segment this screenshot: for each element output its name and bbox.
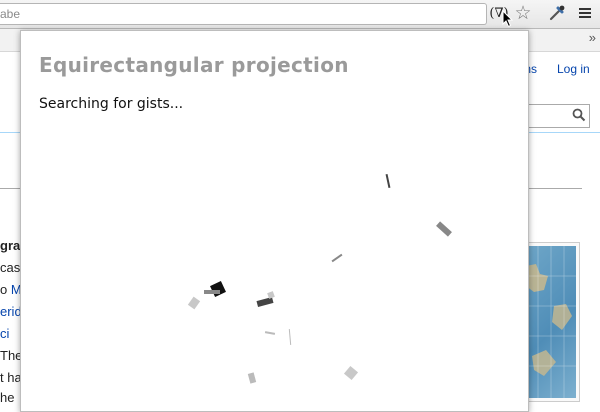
wiki-search-input[interactable] [521,104,590,128]
world-map-image [526,246,576,398]
address-bar[interactable]: abe [0,3,487,25]
loading-mark [187,296,201,310]
bookmark-star-icon[interactable]: ☆ [512,2,534,24]
loading-mark [267,291,275,299]
eyedropper-icon[interactable] [546,2,568,24]
article-fragment: t ha [0,370,22,385]
loading-mark [204,290,220,294]
search-icon[interactable] [572,108,586,122]
article-link[interactable]: erid [0,304,22,319]
loading-mark [256,297,274,307]
map-thumbnail[interactable] [522,242,580,402]
loading-mark [264,331,276,335]
article-fragment: erid [0,304,22,319]
article-fragment: o M [0,282,22,297]
extension-popup: Equirectangular projection Searching for… [20,30,529,412]
url-text: abe [0,7,21,21]
loading-mark [288,328,292,346]
loading-mark [385,173,391,189]
article-fragment: gra [0,238,21,253]
article-fragment: ci [0,326,9,341]
loading-animation [187,173,452,384]
bookmarks-overflow-chevron[interactable]: » [589,30,596,45]
loading-mark [436,221,452,237]
article-fragment: he [0,390,15,405]
loading-mark [247,372,257,384]
hamburger-menu-icon[interactable] [574,2,596,24]
loading-mark [343,365,359,381]
loading-mark [210,281,226,297]
mouse-cursor-icon [502,10,514,28]
article-fragment: cas [0,260,21,275]
browser-toolbar: abe (∇) ☆ [0,0,600,29]
loading-mark [331,253,343,263]
wiki-link-login[interactable]: Log in [557,62,590,76]
article-link[interactable]: ci [0,326,9,341]
